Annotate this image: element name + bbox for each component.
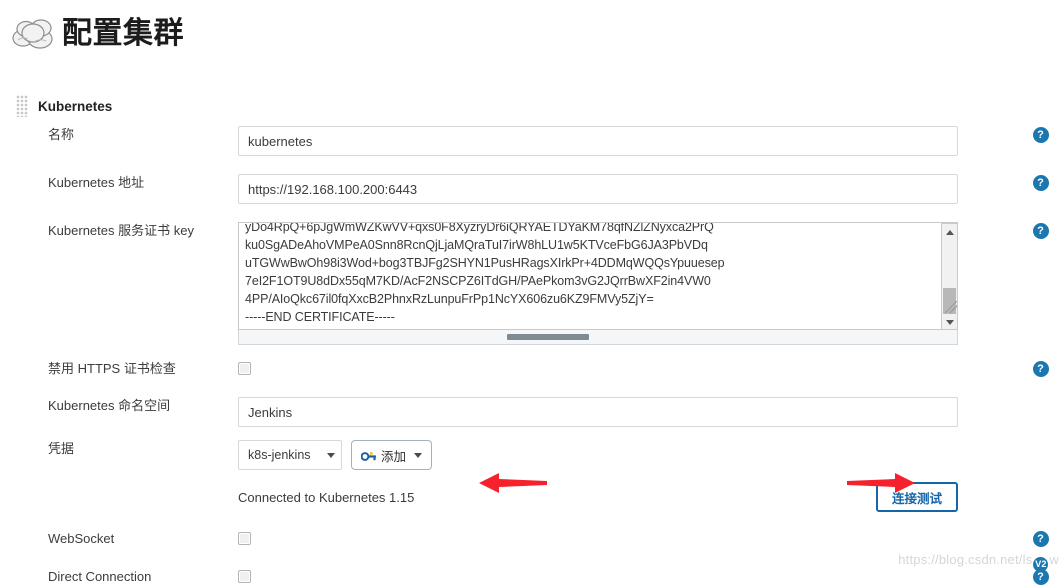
credentials-select[interactable]: k8s-jenkins [238,440,342,470]
add-credentials-button[interactable]: 添加 [351,440,433,470]
direct-connection-checkbox[interactable] [238,570,251,583]
help-cell-disable-https-check: ? [1018,360,1063,377]
help-cell-url: ? [1018,174,1063,191]
help-icon[interactable]: ? [1032,361,1049,377]
label-url: Kubernetes 地址 [48,175,145,190]
field-row-namespace: Kubernetes 命名空间 [0,397,1063,427]
test-connection-button[interactable]: 连接测试 [875,482,958,512]
connection-status-row: Connected to Kubernetes 1.15 连接测试 [0,482,1063,512]
help-cell-websocket: ? [1018,530,1063,547]
chevron-down-icon [414,452,423,458]
websocket-checkbox[interactable] [238,532,251,545]
page-header: 配置集群 [0,0,1063,58]
disable-https-check-checkbox[interactable] [238,362,251,375]
label-name: 名称 [48,127,75,142]
connection-status-line: Connected to Kubernetes 1.15 连接测试 [238,482,958,512]
certificate-textarea[interactable]: yDo4RpQ+6pJgWmWZKwVV+qxs0F8XyzryDr6iQRYA… [238,222,958,330]
key-icon [361,451,376,461]
field-namespace [238,397,1018,427]
help-icon[interactable]: ? [1032,223,1049,239]
help-cell-credentials [1018,440,1063,441]
field-row-disable-https-check: 禁用 HTTPS 证书检查 ? [0,360,1063,378]
watermark: https://blog.csdn.net/ls V2 w [898,552,1059,572]
help-cell-name: ? [1018,126,1063,143]
field-row-url: Kubernetes 地址 ? [0,174,1063,204]
field-credentials: k8s-jenkins 添加 [238,440,1018,470]
help-icon[interactable]: ? [1032,175,1049,191]
connection-status-field: Connected to Kubernetes 1.15 连接测试 [238,482,1018,512]
cluster-config-form: 名称 ? Kubernetes 地址 ? Kubernetes 服务证书 key… [0,126,1063,586]
name-input[interactable] [238,126,958,156]
label-disable-https-check: 禁用 HTTPS 证书检查 [48,361,176,376]
page-title: 配置集群 [62,17,184,50]
certificate-textarea-wrapper: yDo4RpQ+6pJgWmWZKwVV+qxs0F8XyzryDr6iQRYA… [238,222,958,345]
label-direct-connection: Direct Connection [48,569,152,584]
label-websocket: WebSocket [48,531,115,546]
watermark-badge-icon: V2 [1033,557,1049,572]
chevron-down-icon [327,452,335,458]
kubernetes-section-header: Kubernetes [16,95,1063,117]
drag-grip-icon[interactable] [16,95,28,117]
field-row-name: 名称 ? [0,126,1063,156]
field-url [238,174,1018,204]
field-name [238,126,1018,156]
help-icon[interactable]: ? [1032,127,1049,143]
scrollbar-thumb[interactable] [943,288,956,314]
connection-status-text: Connected to Kubernetes 1.15 [238,489,415,505]
watermark-text-before: https://blog.csdn.net/ls [898,552,1033,567]
horizontal-scrollbar-thumb[interactable] [507,334,589,340]
help-cell-status [1018,483,1063,484]
certificate-horizontal-scrollbar[interactable] [238,330,958,345]
certificate-text: yDo4RpQ+6pJgWmWZKwVV+qxs0F8XyzryDr6iQRYA… [245,222,725,324]
label-namespace: Kubernetes 命名空间 [48,398,171,413]
credentials-selected-value: k8s-jenkins [248,448,311,462]
field-row-websocket: WebSocket ? [0,530,1063,548]
certificate-vertical-scrollbar[interactable] [941,223,958,329]
section-title: Kubernetes [38,98,113,114]
kubernetes-url-input[interactable] [238,174,958,204]
watermark-text-after: w [1049,552,1059,567]
label-credentials: 凭据 [48,441,75,456]
help-cell-certificate: ? [1018,222,1063,239]
cloud-icon [10,14,58,54]
field-disable-https-check [238,360,1018,378]
field-websocket [238,530,1018,548]
add-credentials-label: 添加 [381,449,407,464]
help-icon[interactable]: ? [1032,531,1049,547]
field-certificate: yDo4RpQ+6pJgWmWZKwVV+qxs0F8XyzryDr6iQRYA… [238,222,1018,345]
scroll-up-arrow-icon[interactable] [942,224,957,240]
label-certificate: Kubernetes 服务证书 key [48,223,194,238]
field-row-certificate: Kubernetes 服务证书 key yDo4RpQ+6pJgWmWZKwVV… [0,222,1063,345]
credentials-controls: k8s-jenkins 添加 [238,440,1018,470]
field-row-credentials: 凭据 k8s-jenkins 添加 [0,440,1063,470]
scroll-down-arrow-icon[interactable] [942,314,957,329]
help-cell-namespace [1018,397,1063,398]
namespace-input[interactable] [238,397,958,427]
scrollbar-track[interactable] [942,240,957,314]
